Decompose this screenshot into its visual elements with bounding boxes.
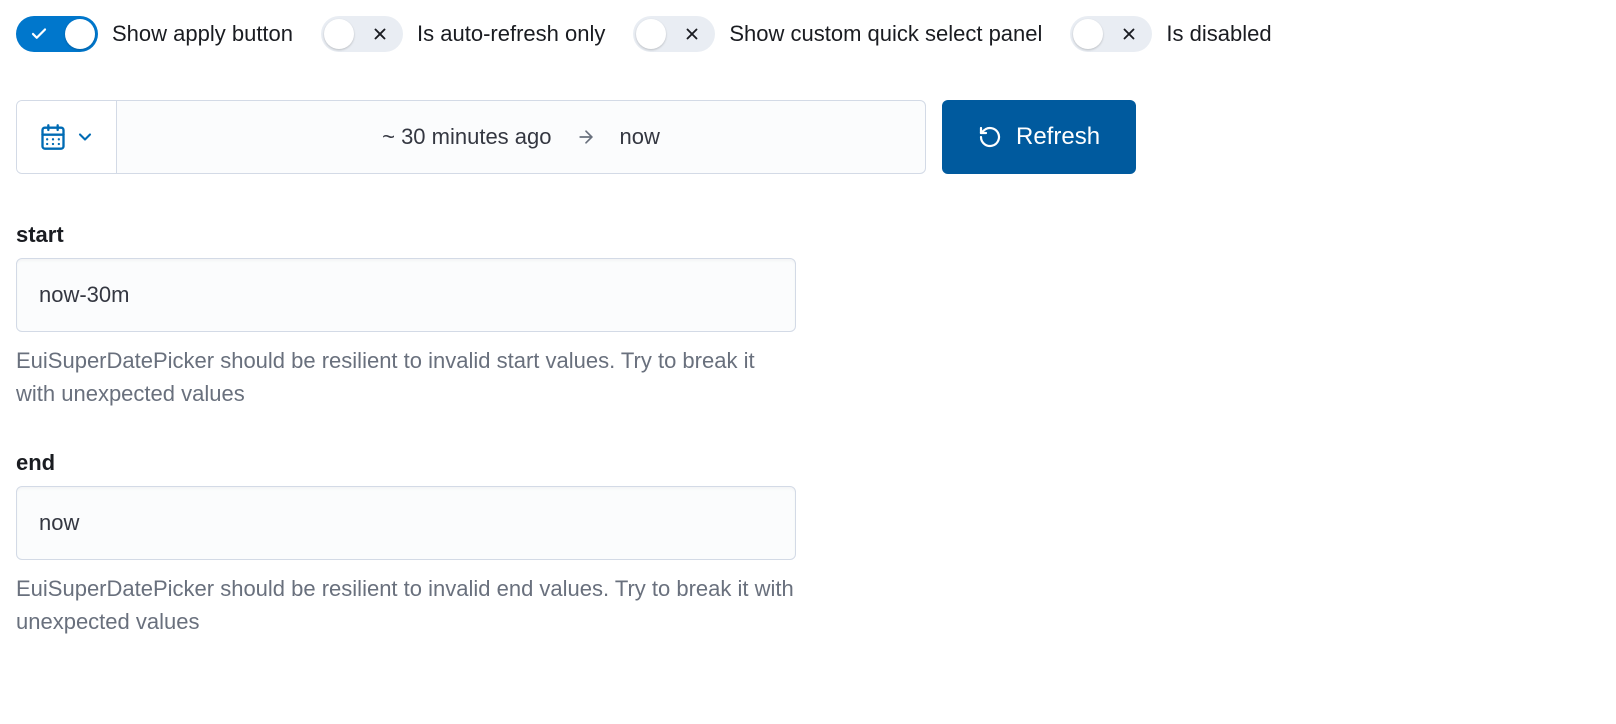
cross-icon xyxy=(683,25,701,43)
range-end-text: now xyxy=(620,124,660,150)
start-input[interactable] xyxy=(16,258,796,332)
toggle-label-auto-refresh-only: Is auto-refresh only xyxy=(417,21,605,47)
form-group-start: start EuiSuperDatePicker should be resil… xyxy=(16,222,796,410)
toggle-custom-quick-select: Show custom quick select panel xyxy=(633,16,1042,52)
refresh-icon xyxy=(978,125,1002,149)
arrow-right-icon xyxy=(576,127,596,147)
check-icon xyxy=(30,25,48,43)
toggle-row: Show apply button Is auto-refresh only S… xyxy=(16,16,1600,52)
refresh-label: Refresh xyxy=(1016,123,1100,151)
range-start-text: ~ 30 minutes ago xyxy=(382,124,551,150)
toggle-is-disabled: Is disabled xyxy=(1070,16,1271,52)
chevron-down-icon xyxy=(75,127,95,147)
toggle-show-apply: Show apply button xyxy=(16,16,293,52)
calendar-icon xyxy=(39,123,67,151)
date-picker-row: ~ 30 minutes ago now Refresh xyxy=(16,100,1600,174)
end-input[interactable] xyxy=(16,486,796,560)
toggle-label-custom-quick-select: Show custom quick select panel xyxy=(729,21,1042,47)
end-label: end xyxy=(16,450,796,476)
start-label: start xyxy=(16,222,796,248)
end-help-text: EuiSuperDatePicker should be resilient t… xyxy=(16,572,796,638)
toggle-label-show-apply: Show apply button xyxy=(112,21,293,47)
switch-auto-refresh-only[interactable] xyxy=(321,16,403,52)
date-range-display[interactable]: ~ 30 minutes ago now xyxy=(117,101,925,173)
toggle-label-is-disabled: Is disabled xyxy=(1166,21,1271,47)
toggle-auto-refresh-only: Is auto-refresh only xyxy=(321,16,605,52)
switch-custom-quick-select[interactable] xyxy=(633,16,715,52)
refresh-button[interactable]: Refresh xyxy=(942,100,1136,174)
super-date-picker: ~ 30 minutes ago now xyxy=(16,100,926,174)
switch-is-disabled[interactable] xyxy=(1070,16,1152,52)
cross-icon xyxy=(371,25,389,43)
start-help-text: EuiSuperDatePicker should be resilient t… xyxy=(16,344,796,410)
form-group-end: end EuiSuperDatePicker should be resilie… xyxy=(16,450,796,638)
cross-icon xyxy=(1120,25,1138,43)
switch-show-apply[interactable] xyxy=(16,16,98,52)
quick-select-button[interactable] xyxy=(17,101,117,173)
